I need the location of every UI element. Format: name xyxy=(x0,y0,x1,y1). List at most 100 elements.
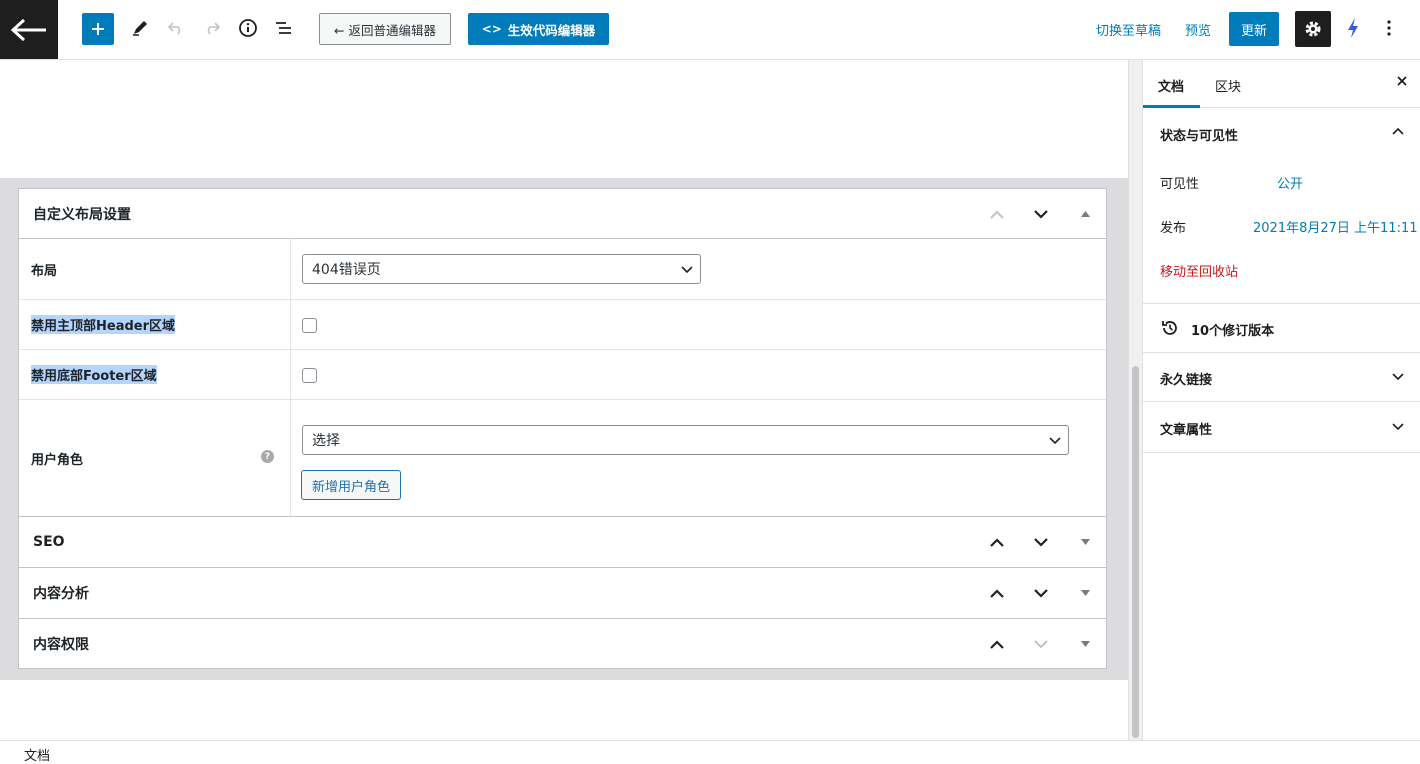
move-up-button[interactable] xyxy=(985,581,1009,605)
preview-button[interactable]: 预览 xyxy=(1185,20,1211,39)
tools-button[interactable] xyxy=(124,12,156,44)
add-user-role-button[interactable]: 新增用户角色 xyxy=(301,470,401,500)
chevron-down-icon xyxy=(1392,423,1404,431)
triangle-down-icon xyxy=(1080,641,1090,647)
back-button[interactable] xyxy=(0,0,58,59)
chevron-up-icon xyxy=(990,537,1004,547)
layout-select[interactable]: 404错误页 xyxy=(302,254,701,284)
move-down-button[interactable] xyxy=(1029,530,1053,554)
add-block-button[interactable] xyxy=(82,13,114,45)
close-icon xyxy=(1397,76,1407,86)
triangle-down-icon xyxy=(1080,590,1090,596)
move-down-button[interactable] xyxy=(1029,202,1053,226)
disable-header-label-cell: 禁用主顶部Header区域 xyxy=(19,300,291,349)
sidebar-tabs: 文档 区块 xyxy=(1143,60,1420,108)
code-editor-label: 生效代码编辑器 xyxy=(507,22,596,38)
chevron-down-icon xyxy=(1034,209,1048,219)
disable-header-label: 禁用主顶部Header区域 xyxy=(31,315,176,334)
metabox-header[interactable]: 内容分析 xyxy=(19,568,1106,618)
chevron-down-icon xyxy=(681,266,693,274)
metabox-title: SEO xyxy=(33,534,65,550)
code-editor-button[interactable]: <> 生效代码编辑器 xyxy=(468,13,609,45)
chevron-up-icon xyxy=(990,639,1004,649)
metabox-controls xyxy=(974,189,1106,239)
panel-post-attributes[interactable]: 文章属性 xyxy=(1143,402,1420,453)
redo-button[interactable] xyxy=(196,12,228,44)
performance-button[interactable] xyxy=(1337,12,1369,44)
panel-permalink[interactable]: 永久链接 xyxy=(1143,353,1420,402)
arrow-left-icon xyxy=(10,18,46,41)
undo-button[interactable] xyxy=(160,12,192,44)
move-up-button[interactable] xyxy=(985,530,1009,554)
tab-document[interactable]: 文档 xyxy=(1158,76,1184,95)
metabox-title: 自定义布局设置 xyxy=(33,206,131,223)
chevron-up-icon[interactable] xyxy=(1392,127,1404,135)
settings-button[interactable] xyxy=(1295,11,1331,47)
classic-editor-button[interactable]: ← 返回普通编辑器 xyxy=(319,13,451,45)
scrollbar-thumb[interactable] xyxy=(1132,366,1139,738)
publish-date[interactable]: 2021年8月27日 上午11:11 xyxy=(1253,217,1418,236)
details-button[interactable] xyxy=(232,12,264,44)
visibility-label: 可见性 xyxy=(1160,177,1200,192)
layout-input-cell: 404错误页 xyxy=(291,239,1106,299)
disable-footer-checkbox[interactable] xyxy=(302,368,317,383)
help-icon[interactable]: ? xyxy=(261,450,274,463)
metabox-custom-layout: 自定义布局设置 布局 404错误页 禁用主顶部Header区域 禁用底部Foot… xyxy=(18,188,1107,517)
chevron-down-icon xyxy=(1392,373,1404,381)
move-up-button[interactable] xyxy=(985,202,1009,226)
disable-header-input-cell xyxy=(291,300,1106,349)
disable-header-checkbox[interactable] xyxy=(302,318,317,333)
pencil-icon xyxy=(133,21,147,36)
chevron-down-icon xyxy=(1034,588,1048,598)
toggle-panel-button[interactable] xyxy=(1073,581,1097,605)
list-view-button[interactable] xyxy=(268,12,300,44)
layout-select-value: 404错误页 xyxy=(312,262,381,278)
metabox-content-permission: 内容权限 xyxy=(18,618,1107,669)
chevron-down-icon xyxy=(1034,639,1048,648)
metabox-header[interactable]: 内容权限 xyxy=(19,619,1106,669)
metabox-header[interactable]: 自定义布局设置 xyxy=(19,189,1106,239)
metabox-seo: SEO xyxy=(18,516,1107,568)
field-disable-header: 禁用主顶部Header区域 xyxy=(19,300,1106,350)
breadcrumb[interactable]: 文档 xyxy=(24,745,50,764)
more-vertical-icon xyxy=(1387,20,1391,36)
move-to-trash-button[interactable]: 移动至回收站 xyxy=(1160,261,1238,280)
field-user-role: 用户角色 ? 选择 新增用户角色 xyxy=(19,400,1106,516)
editor-header: ← 返回普通编辑器 <> 生效代码编辑器 切换至草稿 预览 更新 xyxy=(0,0,1420,60)
panel-status-visibility: 状态与可见性 可见性 公开 发布 2021年8月27日 上午11:11 移动至回… xyxy=(1143,108,1420,304)
update-button[interactable]: 更新 xyxy=(1229,12,1279,46)
metabox-header[interactable]: SEO xyxy=(19,517,1106,567)
triangle-up-icon xyxy=(1080,211,1090,217)
panel-revisions[interactable]: 10个修订版本 xyxy=(1143,304,1420,353)
plus-icon xyxy=(92,23,104,35)
editor-scrollbar[interactable] xyxy=(1128,60,1142,740)
user-role-input-cell: 选择 新增用户角色 xyxy=(291,400,1106,516)
move-down-button[interactable] xyxy=(1029,581,1053,605)
user-role-select[interactable]: 选择 xyxy=(302,425,1069,455)
list-view-icon xyxy=(276,22,291,34)
layout-label: 布局 xyxy=(19,239,291,299)
switch-to-draft-button[interactable]: 切换至草稿 xyxy=(1096,20,1161,39)
editor-footer: 文档 xyxy=(0,740,1420,764)
field-layout: 布局 404错误页 xyxy=(19,239,1106,300)
close-sidebar-button[interactable] xyxy=(1396,75,1408,91)
panel-title: 文章属性 xyxy=(1160,423,1213,438)
history-icon xyxy=(1162,321,1177,335)
visibility-value[interactable]: 公开 xyxy=(1277,173,1303,192)
metabox-title: 内容分析 xyxy=(33,586,89,602)
disable-footer-input-cell xyxy=(291,350,1106,399)
triangle-down-icon xyxy=(1080,539,1090,545)
toggle-panel-button[interactable] xyxy=(1073,632,1097,656)
toggle-panel-button[interactable] xyxy=(1073,202,1097,226)
toggle-panel-button[interactable] xyxy=(1073,530,1097,554)
gear-icon xyxy=(1305,21,1321,37)
more-options-button[interactable] xyxy=(1373,12,1405,44)
move-up-button[interactable] xyxy=(985,632,1009,656)
chevron-up-icon xyxy=(990,210,1004,219)
publish-label: 发布 xyxy=(1160,221,1187,236)
panel-title[interactable]: 状态与可见性 xyxy=(1160,125,1238,144)
tab-block[interactable]: 区块 xyxy=(1215,76,1241,95)
lightning-icon xyxy=(1348,18,1358,38)
move-down-button[interactable] xyxy=(1029,632,1053,656)
panel-title: 永久链接 xyxy=(1160,373,1213,388)
